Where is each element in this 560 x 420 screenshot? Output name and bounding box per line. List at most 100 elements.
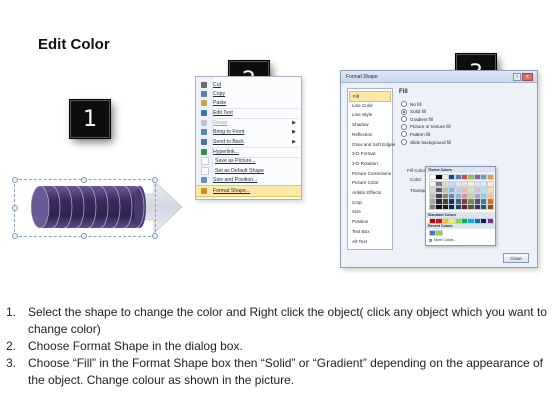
resize-handle-l[interactable] bbox=[12, 205, 18, 211]
menu-item-save-as-picture[interactable]: Save as Picture... bbox=[196, 157, 301, 166]
radio-button[interactable] bbox=[401, 131, 407, 138]
submenu-arrow-icon: ▶ bbox=[292, 129, 296, 136]
menu-item-label: Bring to Front bbox=[213, 129, 245, 136]
menu-item-hyperlink[interactable]: Hyperlink... bbox=[196, 147, 301, 156]
menu-item-size-and-position[interactable]: Size and Position... bbox=[196, 176, 301, 185]
category-artistic-effects[interactable]: Artistic Effects bbox=[349, 188, 391, 197]
paste-icon bbox=[201, 100, 207, 107]
theme-color-swatch[interactable] bbox=[486, 174, 494, 181]
menu-item-edit-text[interactable]: Edit Text bbox=[196, 109, 301, 118]
format-shape-icon bbox=[201, 187, 207, 194]
radio-button[interactable] bbox=[401, 139, 407, 145]
instruction-list: 1. Select the shape to change the color a… bbox=[6, 304, 554, 389]
radio-button[interactable] bbox=[401, 123, 407, 130]
color-wheel-icon bbox=[429, 238, 432, 242]
resize-handle-t[interactable] bbox=[81, 177, 87, 183]
resize-handle-tl[interactable] bbox=[12, 177, 18, 183]
category-picture-corrections[interactable]: Picture Corrections bbox=[349, 169, 391, 178]
resize-handle-tr[interactable] bbox=[152, 177, 158, 183]
menu-item-label: Copy bbox=[213, 90, 226, 97]
bring-to-front-icon bbox=[201, 129, 207, 136]
category-line-style[interactable]: Line Style bbox=[349, 110, 391, 119]
help-icon[interactable]: ? bbox=[513, 73, 521, 81]
more-colors-item[interactable]: More Colors... bbox=[429, 238, 457, 242]
menu-item-cut[interactable]: Cut bbox=[196, 80, 301, 89]
category-line-color[interactable]: Line Color bbox=[349, 101, 391, 110]
menu-item-label: Size and Position... bbox=[213, 177, 258, 184]
category-position[interactable]: Position bbox=[349, 217, 391, 226]
theme-shade-swatch[interactable] bbox=[486, 204, 494, 211]
category-shadow[interactable]: Shadow bbox=[349, 120, 391, 129]
category-3-d-rotation[interactable]: 3-D Rotation bbox=[349, 159, 391, 168]
fill-option-picture-or-texture-fill[interactable]: Picture or texture fill bbox=[401, 123, 451, 130]
step-text: Choose “Fill” in the Format Shape box th… bbox=[28, 356, 543, 387]
category-list: Fill Line Color Line Style Shadow Reflection… bbox=[347, 88, 395, 250]
fill-option-solid-fill[interactable]: Solid fill bbox=[401, 108, 426, 115]
context-menu: Cut Copy Paste Edit Text Group ▶ Bring to Fron… bbox=[195, 76, 302, 200]
instruction-step: 2. Choose Format Shape in the dialog box. bbox=[6, 338, 554, 355]
step-badge-1: 1 bbox=[70, 100, 110, 138]
step-number: 1. bbox=[6, 305, 17, 319]
menu-item-group[interactable]: Group ▶ bbox=[196, 118, 301, 127]
fill-option-gradient-fill[interactable]: Gradient fill bbox=[401, 116, 434, 123]
category-size[interactable]: Size bbox=[349, 207, 391, 216]
resize-handle-b[interactable] bbox=[81, 233, 87, 239]
step-number: 2. bbox=[6, 339, 17, 353]
fill-heading: Fill bbox=[399, 89, 408, 95]
step-number: 3. bbox=[6, 356, 17, 370]
menu-item-label: Cut bbox=[213, 81, 222, 88]
menu-item-paste[interactable]: Paste bbox=[196, 99, 301, 108]
menu-item-set-as-default-shape[interactable]: Set as Default Shape bbox=[196, 166, 301, 175]
menu-item-label: Paste bbox=[213, 100, 227, 107]
default-shape-icon bbox=[201, 166, 209, 175]
resize-handle-bl[interactable] bbox=[12, 233, 18, 239]
category-reflection[interactable]: Reflection bbox=[349, 130, 391, 139]
menu-item-send-to-back[interactable]: Send to Back ▶ bbox=[196, 137, 301, 146]
menu-item-copy[interactable]: Copy bbox=[196, 89, 301, 98]
recent-color-swatch[interactable] bbox=[435, 230, 443, 237]
edit-text-icon bbox=[201, 110, 207, 117]
step-text: Choose Format Shape in the dialog box. bbox=[28, 339, 243, 353]
standard-colors-header: Standard Colors bbox=[426, 212, 495, 218]
radio-button[interactable] bbox=[401, 108, 407, 115]
radio-button[interactable] bbox=[401, 116, 407, 123]
radio-button[interactable] bbox=[401, 101, 407, 107]
color-label: Color: bbox=[410, 177, 423, 182]
category-3-d-format[interactable]: 3-D Format bbox=[349, 149, 391, 158]
save-picture-icon bbox=[201, 157, 209, 166]
resize-handle-br[interactable] bbox=[152, 233, 158, 239]
category-glow-and-soft-edges[interactable]: Glow and Soft Edges bbox=[349, 140, 395, 149]
category-picture-color[interactable]: Picture Color bbox=[349, 178, 391, 187]
scissors-icon bbox=[201, 81, 207, 88]
fill-option-label: Pattern fill bbox=[410, 131, 431, 137]
fill-option-pattern-fill[interactable]: Pattern fill bbox=[401, 131, 431, 138]
send-to-back-icon bbox=[201, 138, 207, 145]
selected-arrow-shape[interactable] bbox=[12, 176, 184, 239]
theme-colors-header: Theme Colors bbox=[426, 167, 495, 173]
close-icon[interactable]: x bbox=[522, 73, 533, 81]
instruction-step: 1. Select the shape to change the color a… bbox=[6, 304, 554, 338]
fill-option-label: Gradient fill bbox=[410, 116, 434, 122]
copy-icon bbox=[201, 90, 207, 97]
menu-item-label: Save as Picture... bbox=[215, 158, 256, 165]
menu-item-label: Group bbox=[213, 119, 228, 126]
fill-option-no-fill[interactable]: No fill bbox=[401, 101, 422, 107]
fill-color-label: Fill Color bbox=[407, 168, 426, 173]
menu-item-format-shape[interactable]: Format Shape... bbox=[196, 185, 301, 197]
group-icon bbox=[201, 119, 207, 126]
fill-option-label: Picture or texture fill bbox=[410, 124, 451, 130]
menu-item-label: Hyperlink... bbox=[213, 148, 239, 155]
close-button[interactable]: Close bbox=[503, 253, 529, 263]
format-shape-dialog: Format Shape ? x Fill Line Color Line Styl… bbox=[340, 70, 538, 268]
menu-item-label: Edit Text bbox=[213, 110, 233, 117]
dialog-title: Format Shape bbox=[346, 73, 378, 80]
more-colors-label: More Colors... bbox=[434, 238, 457, 242]
standard-color-swatch[interactable] bbox=[486, 218, 494, 225]
fill-option-label: Slide background fill bbox=[410, 139, 452, 145]
category-text-box[interactable]: Text Box bbox=[349, 227, 391, 236]
category-crop[interactable]: Crop bbox=[349, 198, 391, 207]
color-palette-popup: Theme Colors Standard Colors Recent Colo… bbox=[425, 166, 496, 246]
category-alt-text[interactable]: Alt Text bbox=[349, 237, 391, 246]
fill-option-slide-background-fill[interactable]: Slide background fill bbox=[401, 139, 451, 145]
menu-item-bring-to-front[interactable]: Bring to Front ▶ bbox=[196, 128, 301, 137]
